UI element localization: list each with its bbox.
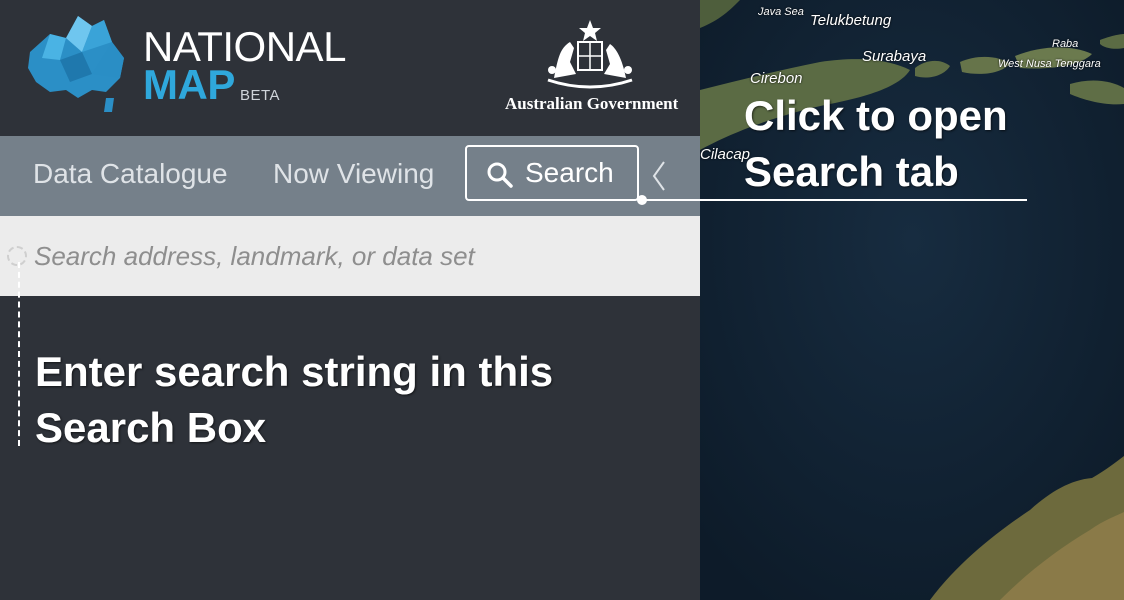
collapse-panel-icon[interactable]	[648, 136, 672, 216]
logo-subtitle: MAP	[143, 61, 235, 108]
australia-logo-icon	[28, 16, 124, 112]
callout-search-box: Enter search string in this Search Box	[35, 348, 554, 451]
app-header: NATIONAL MAP BETA Australian Government	[0, 0, 700, 136]
map-label: Cilacap	[700, 146, 751, 163]
map-label: Java Sea	[758, 6, 804, 18]
beta-badge: BETA	[240, 87, 281, 104]
coat-of-arms-icon	[547, 20, 633, 89]
search-icon	[487, 162, 513, 188]
callout-anchor-ring	[7, 246, 27, 266]
map-label: Cirebon	[750, 70, 803, 87]
map-label: Telukbetung	[810, 12, 892, 29]
callout-search-tab: Click to open Search tab	[744, 92, 1008, 195]
tab-search[interactable]: Search	[465, 145, 639, 201]
search-bar	[0, 216, 700, 296]
side-panel: NATIONAL MAP BETA Australian Government …	[0, 0, 700, 600]
map-label: Raba	[1052, 38, 1079, 50]
map-label: Surabaya	[862, 48, 927, 65]
callout-anchor-dot	[637, 195, 647, 205]
tab-now-viewing[interactable]: Now Viewing	[273, 136, 434, 216]
map-label: West Nusa Tenggara	[998, 58, 1101, 70]
tab-data-catalogue[interactable]: Data Catalogue	[33, 136, 228, 216]
government-name: Australian Government	[505, 94, 679, 113]
tab-bar: Data Catalogue Now Viewing Search	[0, 136, 700, 216]
tab-search-label: Search	[525, 157, 614, 188]
callout-leader-line	[18, 262, 20, 446]
search-input[interactable]	[34, 234, 674, 278]
